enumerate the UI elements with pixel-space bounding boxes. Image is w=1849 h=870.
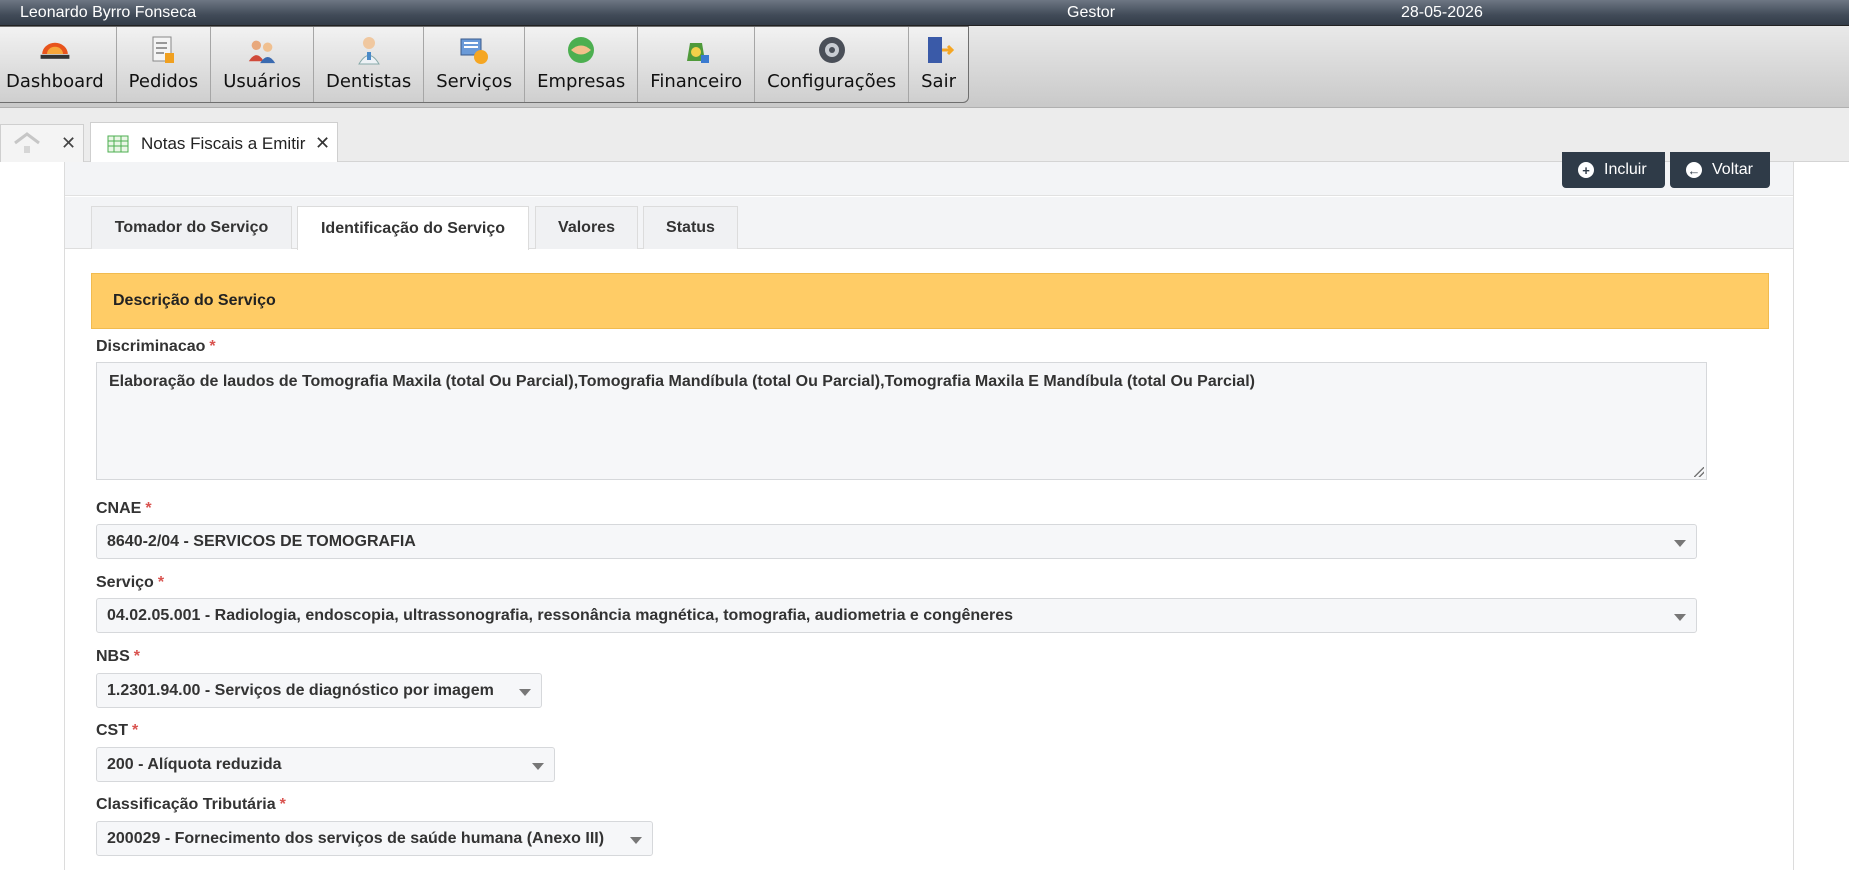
tab-identificacao-servico[interactable]: Identificação do Serviço [297,206,529,250]
menu-dashboard[interactable]: Dashboard [0,27,117,102]
close-tab-icon[interactable]: ✕ [315,133,330,154]
chevron-down-icon [1674,540,1686,547]
incluir-button[interactable]: + Incluir [1562,152,1665,188]
tab-notas-fiscais[interactable]: Notas Fiscais a Emitir ✕ [90,122,338,163]
nbs-select[interactable]: 1.2301.94.00 - Serviços de diagnóstico p… [96,673,542,708]
servico-label: Serviço * [96,574,165,591]
chevron-down-icon [519,689,531,696]
required-mark: * [209,338,216,355]
main-menu-strip: Dashboard Pedidos Usuários Dentistas Ser… [0,26,1849,108]
menu-dentistas[interactable]: Dentistas [314,27,425,102]
discriminacao-label: Discriminacao * [96,338,216,355]
required-mark: * [157,574,165,591]
dentist-icon [353,35,385,65]
tab-status[interactable]: Status [643,206,738,249]
main-menu: Dashboard Pedidos Usuários Dentistas Ser… [0,26,969,103]
required-mark: * [279,796,286,813]
diagnosis-logo-icon [39,35,71,65]
menu-pedidos[interactable]: Pedidos [117,27,212,102]
cnae-select[interactable]: 8640-2/04 - SERVICOS DE TOMOGRAFIA [96,524,1697,559]
discriminacao-textarea[interactable]: Elaboração de laudos de Tomografia Maxil… [96,362,1707,480]
spreadsheet-icon [107,135,129,158]
home-tab[interactable]: ✕ [0,124,84,162]
close-home-tab-icon[interactable]: ✕ [61,133,76,154]
home-icon[interactable] [13,131,41,160]
cnae-label: CNAE * [96,500,152,517]
users-icon [246,35,278,65]
cst-select[interactable]: 200 - Alíquota reduzida [96,747,555,782]
menu-configuracoes[interactable]: Configurações [755,27,910,102]
handshake-icon [565,35,597,65]
arrow-left-icon: ← [1686,162,1702,178]
plus-icon: + [1578,162,1594,178]
menu-sair[interactable]: Sair [909,27,968,102]
required-mark: * [133,648,141,665]
servico-select[interactable]: 04.02.05.001 - Radiologia, endoscopia, u… [96,598,1697,633]
chevron-down-icon [630,837,642,844]
money-bag-icon [680,35,712,65]
voltar-button[interactable]: ← Voltar [1670,152,1770,188]
menu-financeiro[interactable]: Financeiro [638,27,756,102]
logged-user-name: Leonardo Byrro Fonseca [20,4,197,21]
required-mark: * [145,500,152,517]
resize-handle-icon[interactable] [1694,467,1704,477]
section-title: Descrição do Serviço [113,292,276,309]
tab-tomador-servico[interactable]: Tomador do Serviço [91,206,292,249]
top-status-bar: Leonardo Byrro Fonseca Gestor 28-05-2026 [0,0,1849,26]
user-role: Gestor [1067,4,1116,21]
required-mark: * [132,722,139,739]
form-panel: + Incluir ← Voltar Tomador do Serviço Id… [64,152,1794,870]
settings-icon [816,35,848,65]
nbs-label: NBS * [96,648,141,665]
tab-title: Notas Fiscais a Emitir [141,134,306,153]
form-tabs: Tomador do Serviço Identificação do Serv… [65,197,1793,250]
chevron-down-icon [532,763,544,770]
classificacao-tributaria-select[interactable]: 200029 - Fornecimento dos serviços de sa… [96,821,653,856]
action-bar: + Incluir ← Voltar [65,152,1793,196]
services-icon [458,35,490,65]
menu-usuarios[interactable]: Usuários [211,27,314,102]
classificacao-tributaria-label: Classificação Tributária * [96,796,286,813]
menu-empresas[interactable]: Empresas [525,27,639,102]
chevron-down-icon [1674,614,1686,621]
menu-servicos[interactable]: Serviços [424,27,526,102]
cst-label: CST * [96,722,139,739]
document-icon [147,35,179,65]
tab-valores[interactable]: Valores [535,206,638,249]
section-header: Descrição do Serviço [91,273,1769,329]
current-date: 28-05-2026 [1401,4,1483,21]
exit-door-icon [923,35,955,65]
